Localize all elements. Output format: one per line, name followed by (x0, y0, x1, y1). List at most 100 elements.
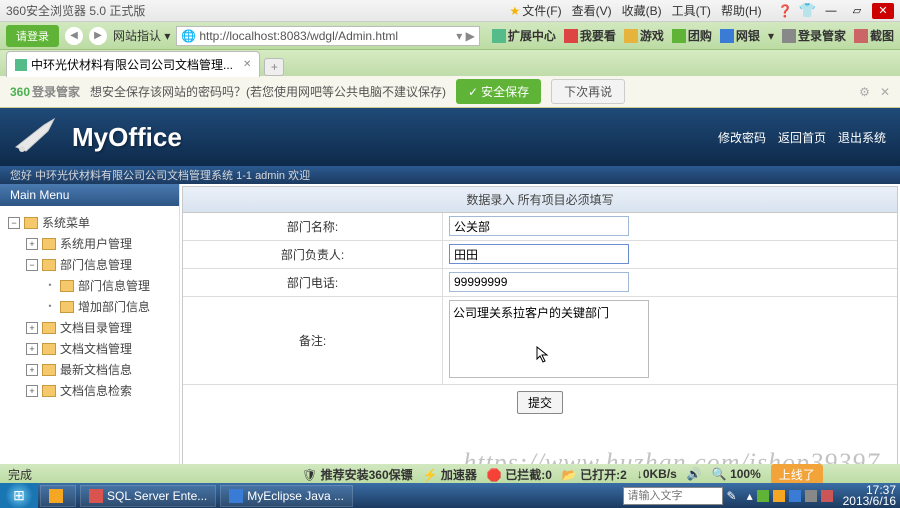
ext-center[interactable]: 扩展中心 (492, 27, 556, 44)
node-doc-search[interactable]: 文档信息检索 (4, 380, 175, 401)
site-identity-label[interactable]: 网站指认 ▾ (113, 27, 170, 44)
brand-icon (14, 117, 62, 157)
login-mgr[interactable]: 登录管家 (782, 27, 846, 44)
node-dept-mgmt[interactable]: 部门信息管理 (4, 254, 175, 275)
address-url: http://localhost:8083/wdgl/Admin.html (199, 29, 398, 43)
expand-icon[interactable] (26, 364, 38, 376)
tray-icon[interactable] (757, 490, 769, 502)
login-prompt-button[interactable]: 请登录 (6, 25, 59, 47)
submit-button[interactable]: 提交 (517, 391, 563, 414)
next-time-button[interactable]: 下次再说 (551, 79, 625, 104)
back-button[interactable]: ◀ (65, 27, 83, 45)
minimize-button[interactable] (820, 3, 842, 19)
tray-icon[interactable] (821, 490, 833, 502)
save-password-button[interactable]: 安全保存 (456, 79, 541, 104)
menu-view[interactable]: 查看(V) (572, 2, 612, 19)
task-myeclipse[interactable]: MyEclipse Java ... (220, 485, 353, 507)
brand-title: MyOffice (72, 122, 182, 153)
close-window-button[interactable] (872, 3, 894, 19)
favicon-icon (15, 59, 27, 71)
home-link[interactable]: 返回首页 (778, 129, 826, 146)
menu-help[interactable]: 帮助(H) (721, 2, 762, 19)
expand-icon[interactable] (8, 217, 20, 229)
expand-icon[interactable] (26, 343, 38, 355)
expand-icon[interactable] (26, 259, 38, 271)
expand-icon[interactable] (26, 385, 38, 397)
dept-name-label: 部门名称: (183, 213, 443, 240)
logout-link[interactable]: 退出系统 (838, 129, 886, 146)
phone-input[interactable] (449, 272, 629, 292)
new-tab-button[interactable]: + (264, 58, 284, 76)
clock[interactable]: 17:37 2013/6/16 (839, 485, 900, 507)
favorites[interactable]: 我要看 (564, 27, 616, 44)
help-icon[interactable] (772, 4, 799, 18)
status-sound[interactable]: 🔊 (687, 467, 702, 481)
expand-icon[interactable] (26, 322, 38, 334)
window-title: 360安全浏览器 5.0 正式版 (6, 2, 510, 19)
status-done: 完成 (8, 466, 32, 483)
star-icon[interactable] (510, 4, 523, 18)
folder-icon (42, 343, 56, 355)
start-button[interactable]: ⊞ (0, 483, 38, 508)
dept-name-input[interactable] (449, 216, 629, 236)
tray-icon[interactable] (773, 490, 785, 502)
ie-icon (49, 489, 63, 503)
remark-textarea[interactable] (449, 300, 649, 378)
forward-button[interactable]: ▶ (89, 27, 107, 45)
phone-label: 部门电话: (183, 269, 443, 296)
address-dropdown[interactable]: ▾ ▶ (456, 29, 475, 43)
menu-file[interactable]: 文件(F) (522, 2, 561, 19)
folder-icon (60, 280, 74, 292)
browser-right-tools: 扩展中心 我要看 游戏 团购 网银 ▾ 登录管家 截图 (492, 27, 894, 44)
status-block[interactable]: 🛑 已拦截:0 (487, 466, 552, 483)
screenshot[interactable]: 截图 (854, 27, 894, 44)
status-open[interactable]: 📂 已打开:2 (562, 466, 627, 483)
ime-input[interactable] (623, 487, 723, 505)
settings-icon[interactable] (859, 85, 870, 99)
address-bar[interactable]: 🌐 http://localhost:8083/wdgl/Admin.html … (176, 26, 480, 46)
node-doc-catalog[interactable]: 文档目录管理 (4, 317, 175, 338)
tray-icon[interactable] (805, 490, 817, 502)
more-tools[interactable]: ▾ (768, 29, 774, 43)
node-doc-mgmt[interactable]: 文档文档管理 (4, 338, 175, 359)
expand-icon[interactable] (26, 238, 38, 250)
maximize-button[interactable] (846, 3, 868, 19)
change-password-link[interactable]: 修改密码 (718, 129, 766, 146)
node-add-dept[interactable]: 增加部门信息 (4, 296, 175, 317)
task-browser[interactable] (40, 485, 76, 507)
status-down[interactable]: ↓0KB/s (637, 467, 677, 481)
status-accel[interactable]: ⚡ 加速器 (423, 466, 477, 483)
node-system-menu[interactable]: 系统菜单 (4, 212, 175, 233)
system-tray[interactable]: ▴ (741, 489, 839, 503)
skin-button[interactable]: 👕 (799, 2, 816, 19)
folder-icon (42, 322, 56, 334)
tray-expand-icon[interactable]: ▴ (747, 489, 753, 503)
status-download[interactable]: 上线了 (771, 464, 823, 485)
tab-close-button[interactable]: ✕ (243, 59, 251, 70)
logo-360: 360登录管家 (10, 83, 80, 100)
sqlserver-icon (89, 489, 103, 503)
leaf-icon (44, 301, 56, 313)
savebar-close-button[interactable] (880, 85, 890, 99)
leaf-icon (44, 280, 56, 292)
menu-tools[interactable]: 工具(T) (672, 2, 711, 19)
node-latest-docs[interactable]: 最新文档信息 (4, 359, 175, 380)
task-sqlserver[interactable]: SQL Server Ente... (80, 485, 216, 507)
taskbar: ⊞ SQL Server Ente... MyEclipse Java ... … (0, 483, 900, 508)
window-buttons (820, 3, 894, 19)
sidebar: Main Menu 系统菜单 系统用户管理 部门信息管理 部门信息管理 增加部门… (0, 184, 180, 476)
folder-icon (42, 385, 56, 397)
ime-pen-icon[interactable]: ✎ (727, 489, 737, 503)
node-dept-info[interactable]: 部门信息管理 (4, 275, 175, 296)
status-guard[interactable]: 🛡 推荐安装360保镖 (302, 466, 413, 483)
node-user-mgmt[interactable]: 系统用户管理 (4, 233, 175, 254)
status-zoom[interactable]: 🔍 100% (712, 467, 761, 481)
menu-fav[interactable]: 收藏(B) (622, 2, 662, 19)
game[interactable]: 游戏 (624, 27, 664, 44)
tray-icon[interactable] (789, 490, 801, 502)
tab-active[interactable]: 中环光伏材料有限公司公司文档管理... ✕ (6, 51, 260, 77)
netbank[interactable]: 网银 (720, 27, 760, 44)
manager-input[interactable] (449, 244, 629, 264)
form-caption: 数据录入 所有项目必须填写 (183, 187, 897, 213)
groupbuy[interactable]: 团购 (672, 27, 712, 44)
